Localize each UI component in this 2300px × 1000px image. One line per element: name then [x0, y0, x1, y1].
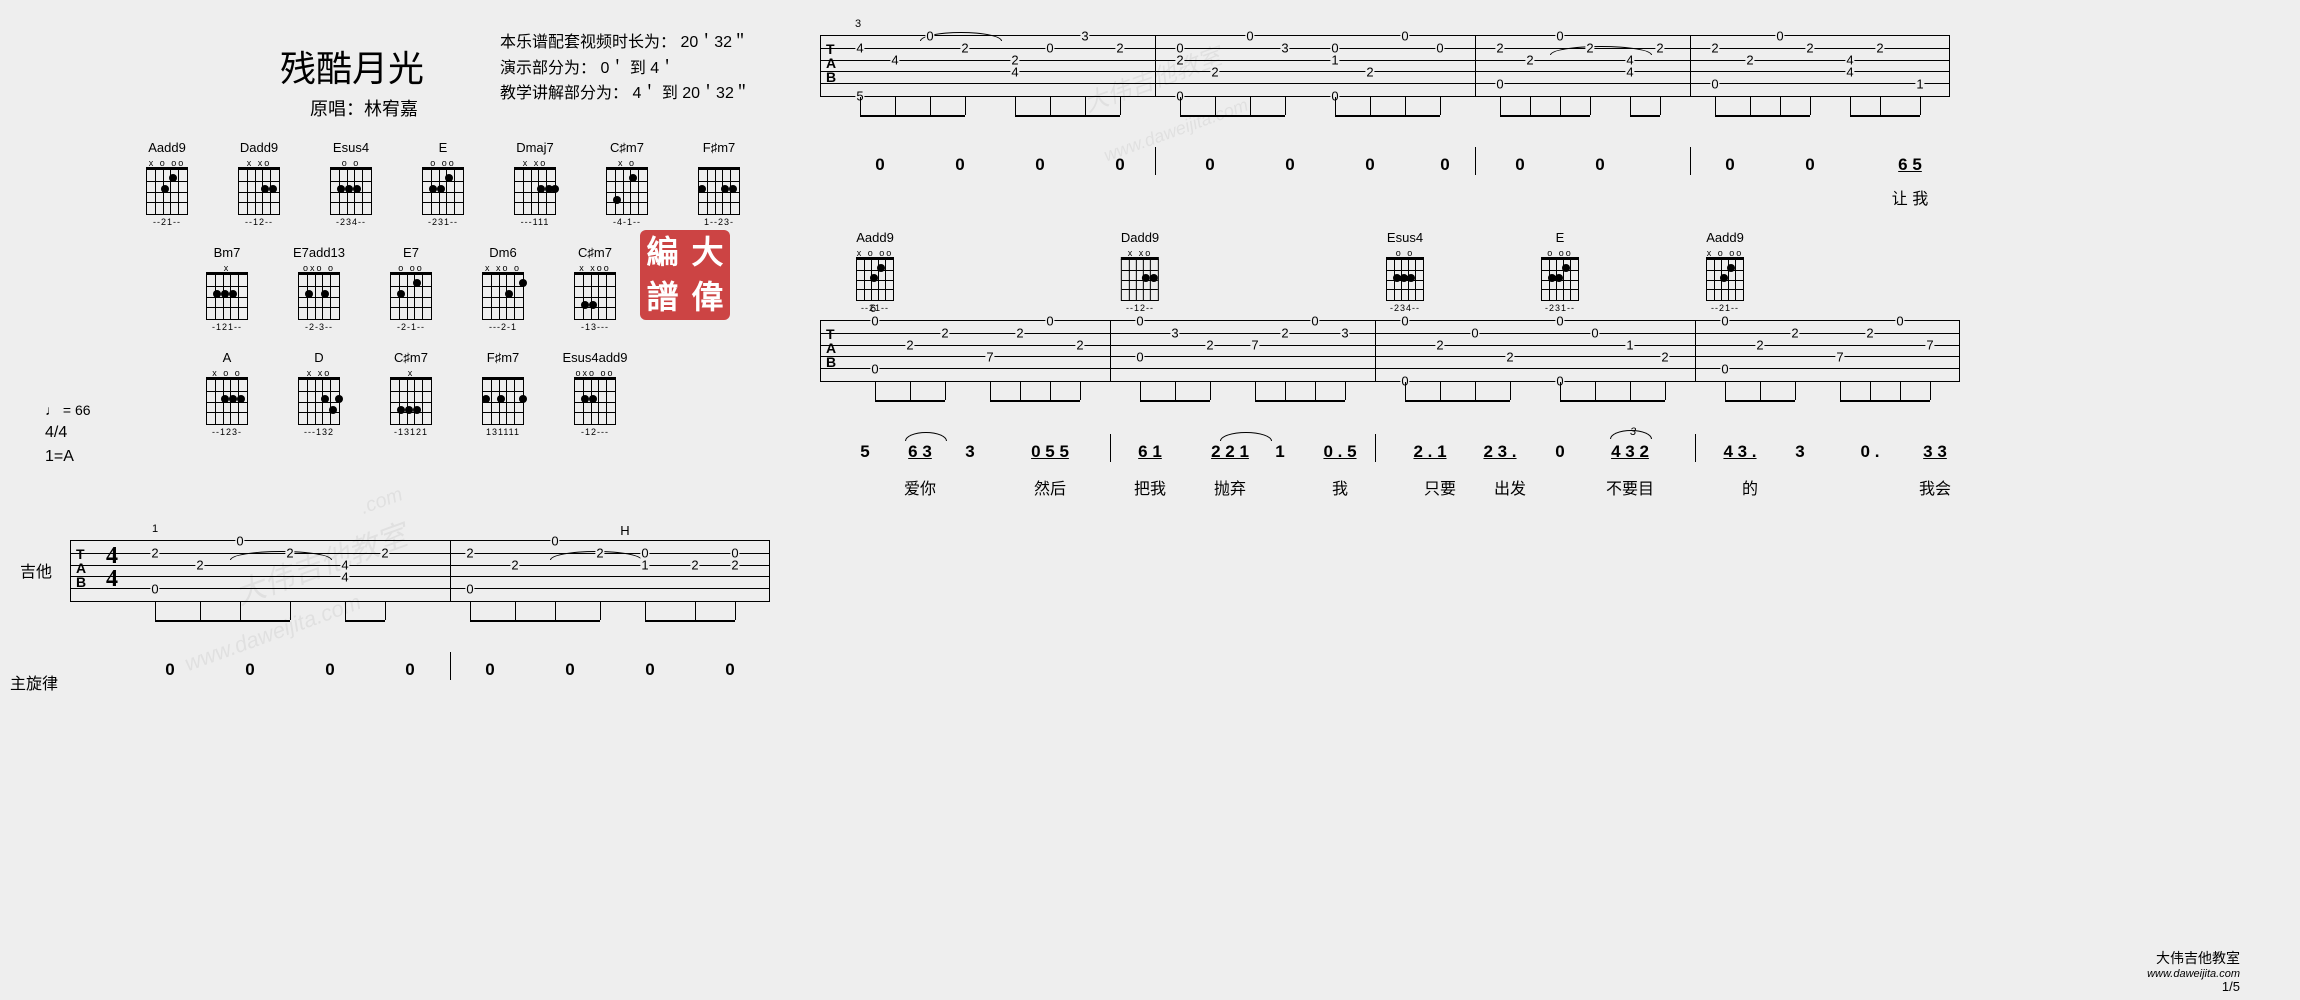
tab-clef-icon: TAB: [826, 42, 836, 84]
key-signature-text: 1=A: [45, 445, 91, 469]
demo-range-value: 0＇ 到 4＇: [600, 60, 675, 77]
chord-E: Eo oo-231--: [416, 140, 470, 227]
tempo-marking: ♩ = 66: [45, 400, 91, 421]
subtitle-prefix: 原唱：: [310, 99, 364, 119]
slur-marker: [1610, 430, 1652, 439]
slur-marker: [905, 432, 947, 441]
inline-chord-Aadd9: Aadd9x o oo--21--: [856, 230, 894, 313]
chord-Csharpm7-b: C♯m7x xoo-13---: [568, 245, 622, 332]
video-len-value: 20＇32＂: [680, 34, 748, 51]
page-footer: 大伟吉他教室 www.daweijita.com: [2147, 948, 2240, 980]
tutorial-range-value: 4＇ 到 20＇32＂: [632, 85, 749, 102]
tab-staff-3: TAB 6 00 2 2 7 2 0 2 00 3 2 7 2 0 3 00 2: [820, 320, 1960, 382]
tab-clef-icon: TAB: [76, 547, 86, 589]
tab-system-3: Aadd9x o oo--21-- Dadd9x xo--12-- Esus4o…: [820, 320, 1960, 382]
inline-chord-Dadd9: Dadd9x xo--12--: [1121, 230, 1159, 313]
measure-number: 1: [152, 523, 158, 535]
tab-system-2: TAB 3 45 4 0 2 24 0 3 2 020 2 0 3 010 2 …: [820, 35, 1950, 97]
chord-Dmaj7: Dmaj7x xo---111: [508, 140, 562, 227]
video-len-label: 本乐谱配套视频时长为：: [500, 34, 676, 51]
track-label-melody: 主旋律: [10, 670, 58, 694]
footer-studio: 大伟吉他教室: [2147, 948, 2240, 968]
time-signature-text: 4/4: [45, 421, 91, 445]
artist-name: 林宥嘉: [364, 99, 418, 119]
demo-range-label: 演示部分为：: [500, 60, 596, 77]
lyric: 让 我: [1892, 185, 1928, 209]
tie-marker: [230, 551, 332, 560]
video-info: 本乐谱配套视频时长为： 20＇32＂ 演示部分为： 0＇ 到 4＇ 教学讲解部分…: [500, 30, 750, 107]
chord-A: Ax o o--123-: [200, 350, 254, 437]
chord-Dm6: Dm6x xo o---2-1: [476, 245, 530, 332]
chord-Csharpm7-a: C♯m7x o-4-1--: [600, 140, 654, 227]
tab-clef-icon: TAB: [826, 327, 836, 369]
chord-Dadd9: Dadd9x xo--12--: [232, 140, 286, 227]
chord-Esus4add9: Esus4add9oxo oo-12---: [568, 350, 622, 437]
tie-marker: [1550, 46, 1652, 55]
tab-staff-1: TAB 4 4 1 H 20 2 0 2 44 2 20 2 0 2 10: [70, 540, 770, 602]
chord-Fsharpm7-b: F♯m7131111: [476, 350, 530, 437]
chord-Aadd9: Aadd9x o oo--21--: [140, 140, 194, 227]
measure-number: 3: [855, 18, 861, 30]
publisher-seal: 編 大 譜 偉: [640, 230, 730, 320]
tab-system-1: TAB 4 4 1 H 20 2 0 2 44 2 20 2 0 2 10: [70, 540, 770, 602]
time-signature: 4 4: [106, 545, 118, 591]
chord-Csharpm7-c: C♯m7x-13121: [384, 350, 438, 437]
inline-chord-E: Eo oo-231--: [1541, 230, 1579, 313]
song-subtitle: 原唱：林宥嘉: [310, 95, 418, 121]
inline-chord-Esus4: Esus4o o-234--: [1386, 230, 1424, 313]
slur-marker: [1220, 432, 1272, 441]
tutorial-range-label: 教学讲解部分为：: [500, 85, 628, 102]
chord-row-3: Ax o o--123- Dx xo---132 C♯m7x-13121 F♯m…: [200, 350, 746, 437]
hammer-on-marker: H: [620, 523, 629, 538]
inline-chord-Aadd9-b: Aadd9x o oo--21--: [1706, 230, 1744, 313]
chord-D: Dx xo---132: [292, 350, 346, 437]
page-number: 1/5: [2222, 979, 2240, 994]
chord-E7add13: E7add13oxo o-2-3--: [292, 245, 346, 332]
tab-staff-2: TAB 3 45 4 0 2 24 0 3 2 020 2 0 3 010 2 …: [820, 35, 1950, 97]
song-title: 残酷月光: [280, 40, 424, 92]
chord-row-1: Aadd9x o oo--21-- Dadd9x xo--12-- Esus4o…: [140, 140, 746, 227]
watermark: .com: [357, 483, 406, 519]
sheet-music-page: 残酷月光 原唱：林宥嘉 本乐谱配套视频时长为： 20＇32＂ 演示部分为： 0＇…: [0, 0, 2300, 1000]
chord-E7: E7o oo-2-1--: [384, 245, 438, 332]
chord-Esus4: Esus4o o-234--: [324, 140, 378, 227]
chord-Bm7: Bm7x-121--: [200, 245, 254, 332]
track-label-guitar: 吉他: [20, 558, 52, 582]
tempo-key-block: ♩ = 66 4/4 1=A: [45, 400, 91, 469]
chord-Fsharpm7-a: F♯m71--23-: [692, 140, 746, 227]
